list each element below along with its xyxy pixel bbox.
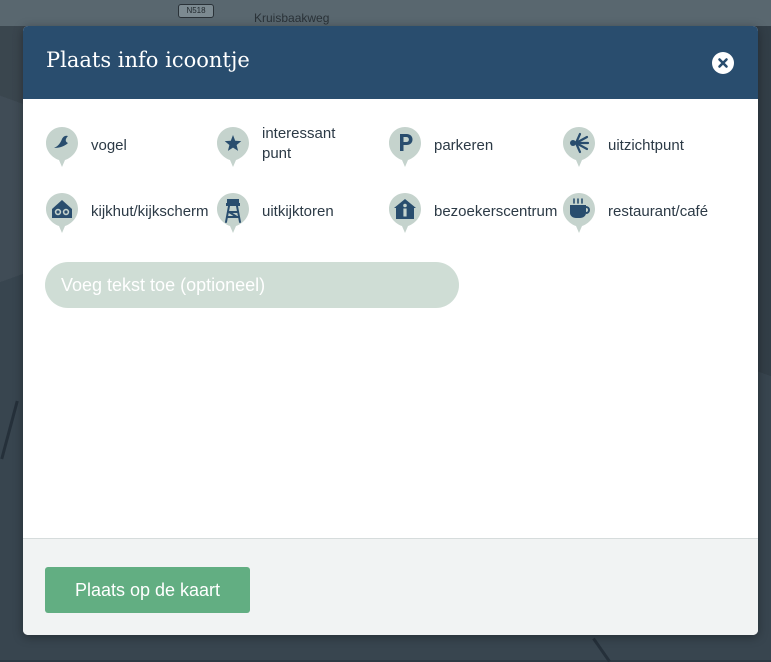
icon-option-bird-hide[interactable]: kijkhut/kijkscherm — [46, 190, 211, 236]
icon-option-watchtower[interactable]: uitkijktoren — [217, 190, 382, 236]
icon-option-parking[interactable]: parkeren — [389, 124, 554, 170]
icon-option-bird[interactable]: vogel — [46, 124, 211, 170]
icon-label: uitkijktoren — [262, 203, 334, 220]
icon-option-point-of-interest[interactable]: interessant punt — [217, 124, 382, 170]
road-number-badge: N518 — [178, 4, 214, 18]
icon-label: parkeren — [434, 137, 494, 154]
place-on-map-button[interactable]: Plaats op de kaart — [45, 567, 250, 613]
optional-text-input[interactable] — [45, 262, 459, 308]
place-icon-modal: Plaats info icoontje vogel interessant p… — [23, 26, 758, 635]
modal-header: Plaats info icoontje — [23, 26, 758, 99]
tower-icon — [217, 193, 249, 233]
icon-options-grid: vogel interessant punt parkeren uitzicht… — [46, 124, 746, 244]
icon-label: kijkhut/kijkscherm — [91, 203, 209, 220]
modal-footer: Plaats op de kaart — [23, 538, 758, 635]
icon-option-viewpoint[interactable]: uitzichtpunt — [563, 124, 743, 170]
binoculars-icon — [46, 193, 78, 233]
road-name-label: Kruisbaakweg — [254, 11, 330, 25]
star-icon — [217, 127, 249, 167]
close-button[interactable] — [712, 52, 734, 74]
icon-option-restaurant[interactable]: restaurant/café — [563, 190, 743, 236]
modal-title: Plaats info icoontje — [46, 48, 250, 72]
icon-label: bezoekerscentrum — [434, 203, 558, 220]
info-house-icon — [389, 193, 421, 233]
close-icon — [718, 58, 728, 68]
icon-label: uitzichtpunt — [608, 137, 684, 154]
bird-icon — [46, 127, 78, 167]
icon-option-visitor-center[interactable]: bezoekerscentrum — [389, 190, 558, 236]
parking-icon — [389, 127, 421, 167]
coffee-cup-icon — [563, 193, 595, 233]
icon-label: restaurant/café — [608, 203, 709, 220]
viewpoint-icon — [563, 127, 595, 167]
icon-label: vogel — [91, 137, 127, 154]
icon-label: interessant punt — [262, 125, 336, 162]
map-top-strip — [0, 0, 771, 26]
